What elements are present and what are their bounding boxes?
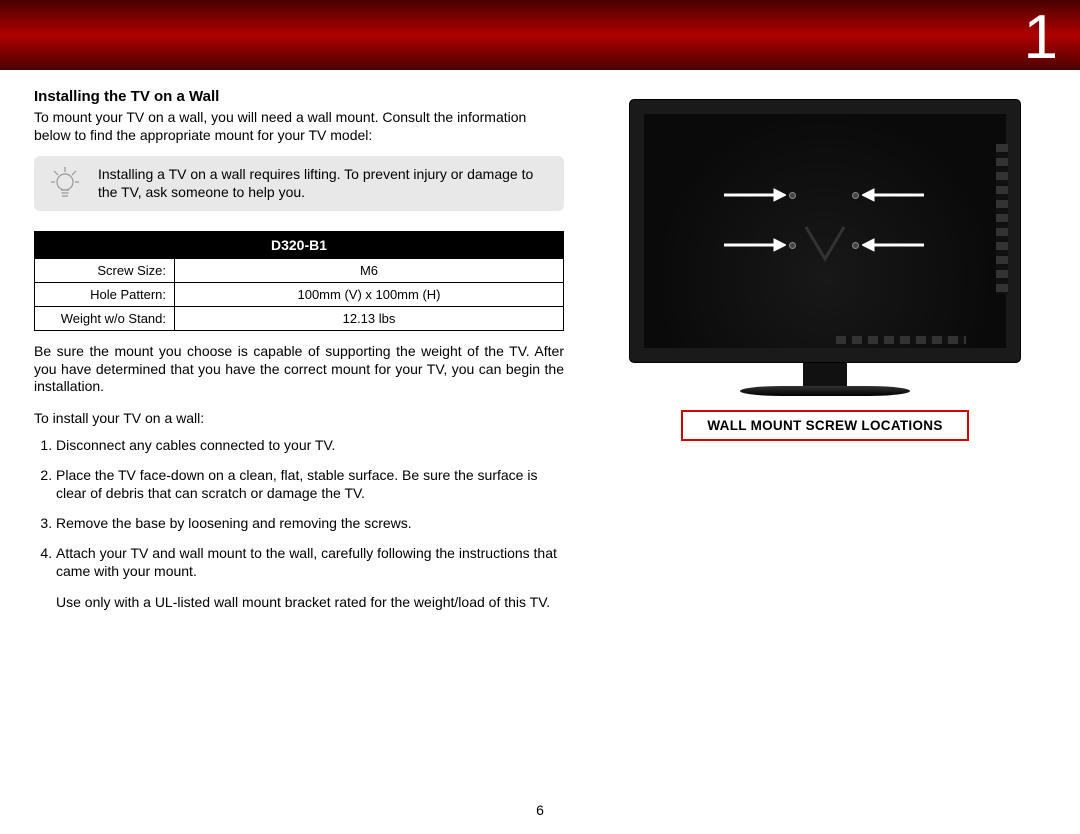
spec-value: 100mm (V) x 100mm (H) [175, 283, 564, 307]
screw-hole-icon [852, 242, 859, 249]
bottom-ports-icon [836, 336, 966, 344]
screw-hole-icon [852, 192, 859, 199]
spec-table-header: D320-B1 [35, 232, 564, 259]
page-content: Installing the TV on a Wall To mount you… [0, 70, 1080, 611]
intro-paragraph: To mount your TV on a wall, you will nee… [34, 109, 564, 144]
tip-callout: Installing a TV on a wall requires lifti… [34, 156, 564, 211]
screw-hole-icon [789, 242, 796, 249]
spec-label: Hole Pattern: [35, 283, 175, 307]
tv-back-figure: WALL MOUNT SCREW LOCATIONS [630, 100, 1020, 441]
list-item: Attach your TV and wall mount to the wal… [56, 544, 564, 580]
arrow-right-icon [722, 188, 786, 202]
spec-label: Weight w/o Stand: [35, 307, 175, 331]
tip-text: Installing a TV on a wall requires lifti… [98, 166, 550, 201]
steps-list: Disconnect any cables connected to your … [34, 436, 564, 581]
arrow-left-icon [862, 188, 926, 202]
table-row: Hole Pattern: 100mm (V) x 100mm (H) [35, 283, 564, 307]
table-row: Weight w/o Stand: 12.13 lbs [35, 307, 564, 331]
table-row: Screw Size: M6 [35, 259, 564, 283]
right-column: WALL MOUNT SCREW LOCATIONS [600, 88, 1050, 611]
list-item: Remove the base by loosening and removin… [56, 514, 564, 532]
ul-note: Use only with a UL-listed wall mount bra… [34, 593, 564, 611]
brand-logo-icon [800, 221, 850, 265]
tv-stand-base [740, 386, 910, 396]
list-item: Disconnect any cables connected to your … [56, 436, 564, 454]
header-band: 1 [0, 0, 1080, 70]
section-heading: Installing the TV on a Wall [34, 88, 564, 105]
spec-value: 12.13 lbs [175, 307, 564, 331]
tv-stand-neck [803, 362, 847, 386]
figure-caption: WALL MOUNT SCREW LOCATIONS [681, 410, 968, 441]
arrow-left-icon [862, 238, 926, 252]
spec-label: Screw Size: [35, 259, 175, 283]
screw-hole-icon [789, 192, 796, 199]
chapter-number: 1 [1024, 2, 1058, 73]
spec-table: D320-B1 Screw Size: M6 Hole Pattern: 100… [34, 231, 564, 331]
after-table-paragraph: Be sure the mount you choose is capable … [34, 343, 564, 396]
spec-value: M6 [175, 259, 564, 283]
arrow-right-icon [722, 238, 786, 252]
side-ports-icon [996, 144, 1008, 294]
page-number: 6 [536, 802, 544, 818]
tv-back-panel [630, 100, 1020, 362]
lightbulb-icon [48, 167, 82, 201]
left-column: Installing the TV on a Wall To mount you… [34, 88, 564, 611]
instructions-intro: To install your TV on a wall: [34, 410, 564, 426]
list-item: Place the TV face-down on a clean, flat,… [56, 466, 564, 502]
